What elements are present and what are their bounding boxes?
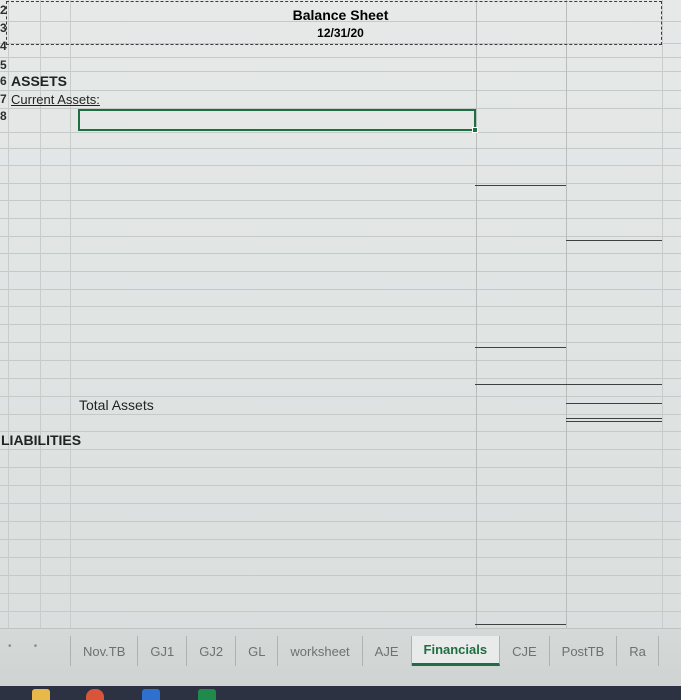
grid-row-line — [0, 557, 681, 558]
grid-row-line — [0, 324, 681, 325]
sheet-tabs: Nov.TB GJ1 GJ2 GL worksheet AJE Financia… — [70, 634, 659, 668]
excel-icon[interactable] — [198, 689, 216, 700]
spreadsheet-grid[interactable]: 2 3 4 5 6 7 8 Balance Sheet 12/31/20 ASS… — [0, 0, 681, 628]
grid-row-line — [0, 236, 681, 237]
grid-row-line — [0, 342, 681, 343]
row-number[interactable]: 6 — [0, 75, 8, 88]
folder-icon[interactable] — [32, 689, 50, 700]
grid-row-line — [0, 306, 681, 307]
grid-row-line — [0, 449, 681, 450]
grid-row-line — [0, 148, 681, 149]
grid-row-line — [0, 289, 681, 290]
grid-row-line — [0, 57, 681, 58]
grid-row-line — [0, 611, 681, 612]
grid-row-line — [0, 271, 681, 272]
os-taskbar — [0, 686, 681, 700]
total-double-underline — [566, 418, 662, 422]
grid-row-line — [0, 360, 681, 361]
grid-row-line — [0, 90, 681, 91]
grid-row-line — [0, 132, 681, 133]
mail-icon[interactable] — [142, 689, 160, 700]
grid-row-line — [0, 503, 681, 504]
assets-heading: ASSETS — [11, 73, 68, 89]
total-assets-label: Total Assets — [79, 397, 154, 413]
grid-col-line — [662, 0, 663, 628]
sheet-tab-gj2[interactable]: GJ2 — [187, 636, 237, 666]
grid-row-line — [0, 183, 681, 184]
grid-row-line — [0, 593, 681, 594]
sheet-tab-gl[interactable]: GL — [236, 636, 279, 666]
subtotal-underline — [475, 384, 662, 385]
subtotal-underline — [475, 624, 566, 625]
sheet-tab-financials[interactable]: Financials — [411, 636, 501, 666]
row-number[interactable]: 5 — [0, 59, 8, 72]
sheet-title: Balance Sheet — [292, 7, 389, 23]
grid-col-line — [8, 0, 9, 628]
sheet-tab-posttb[interactable]: PostTB — [550, 636, 618, 666]
sheet-tab-ra[interactable]: Ra — [617, 636, 659, 666]
subtotal-underline — [566, 403, 662, 404]
current-assets-label: Current Assets: — [11, 92, 100, 107]
grid-row-line — [0, 485, 681, 486]
subtotal-underline — [566, 240, 662, 241]
row-number[interactable]: 8 — [0, 110, 8, 123]
sheet-date: 12/31/20 — [317, 26, 364, 40]
subtotal-underline — [475, 347, 566, 348]
grid-row-line — [0, 200, 681, 201]
grid-row-line — [0, 431, 681, 432]
grid-col-line — [476, 0, 477, 628]
tab-scroll-dots[interactable]: • • — [8, 641, 37, 652]
grid-row-line — [0, 165, 681, 166]
row-number[interactable]: 7 — [0, 93, 8, 106]
grid-row-line — [0, 378, 681, 379]
sheet-tab-gj1[interactable]: GJ1 — [138, 636, 188, 666]
grid-row-line — [0, 71, 681, 72]
sheet-tab-nov-tb[interactable]: Nov.TB — [70, 636, 139, 666]
app-icon[interactable] — [86, 689, 104, 700]
grid-row-line — [0, 467, 681, 468]
grid-col-line — [566, 0, 567, 628]
subtotal-underline — [475, 185, 566, 186]
sheet-tab-bar: • • Nov.TB GJ1 GJ2 GL worksheet AJE Fina… — [0, 628, 681, 686]
grid-row-line — [0, 218, 681, 219]
liabilities-heading: LIABILITIES — [1, 432, 82, 448]
grid-row-line — [0, 521, 681, 522]
grid-row-line — [0, 414, 681, 415]
grid-row-line — [0, 539, 681, 540]
excel-window: 2 3 4 5 6 7 8 Balance Sheet 12/31/20 ASS… — [0, 0, 681, 700]
sheet-tab-aje[interactable]: AJE — [363, 636, 412, 666]
grid-row-line — [0, 253, 681, 254]
active-cell-selection[interactable] — [78, 109, 476, 131]
sheet-tab-cje[interactable]: CJE — [500, 636, 550, 666]
fill-handle[interactable] — [472, 127, 478, 133]
sheet-tab-worksheet[interactable]: worksheet — [278, 636, 363, 666]
grid-row-line — [0, 575, 681, 576]
